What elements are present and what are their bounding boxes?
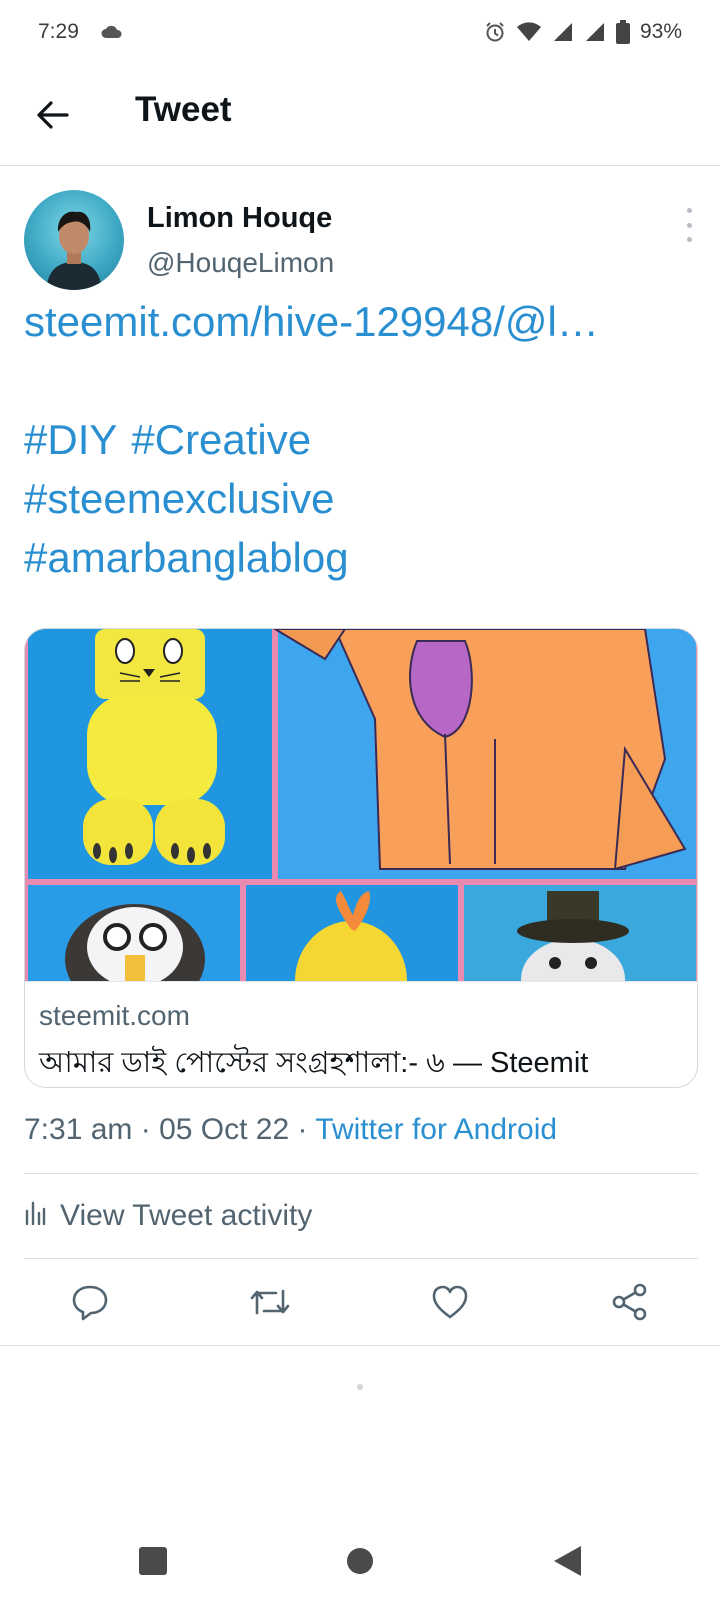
- status-left: 7:29: [38, 20, 123, 44]
- reply-icon[interactable]: [68, 1280, 112, 1324]
- tweet-source-link[interactable]: Twitter for Android: [315, 1113, 557, 1146]
- loading-indicator: [357, 1384, 363, 1390]
- signal-icon: [552, 21, 574, 43]
- system-nav-bar: [0, 1520, 720, 1600]
- tweet-link[interactable]: steemit.com/hive-129948/@l…: [24, 292, 704, 351]
- page-title: Tweet: [135, 90, 232, 129]
- more-options-icon[interactable]: [674, 208, 704, 242]
- author-name[interactable]: Limon Houqe: [147, 202, 332, 235]
- tweet-text: steemit.com/hive-129948/@l… #DIY #Creativ…: [24, 292, 704, 587]
- link-preview-card[interactable]: steemit.com আমার ডাই পোস্টের সংগ্রহশালা:…: [24, 628, 698, 1088]
- like-icon[interactable]: [428, 1280, 472, 1324]
- status-bar: 7:29 93%: [0, 0, 720, 64]
- battery-percent: 93%: [639, 20, 682, 43]
- tweet-action-bar: [0, 1258, 720, 1346]
- card-image: [25, 629, 697, 981]
- tweet-date: 05 Oct 22: [159, 1113, 290, 1146]
- meta-separator: ·: [297, 1113, 316, 1146]
- signal-icon: [584, 21, 606, 43]
- alarm-icon: [484, 21, 506, 43]
- cloud-icon: [101, 25, 123, 39]
- author-handle[interactable]: @HouqeLimon: [147, 247, 334, 279]
- meta-separator: ·: [140, 1113, 160, 1146]
- wifi-icon: [516, 21, 542, 43]
- analytics-icon: [24, 1199, 46, 1233]
- hashtag-steemexclusive[interactable]: #steemexclusive: [24, 469, 704, 528]
- status-time: 7:29: [38, 20, 79, 43]
- status-right: 93%: [484, 20, 682, 44]
- hashtag-amarbanglablog[interactable]: #amarbanglablog: [24, 528, 704, 587]
- hashtag-row: #DIY #Creative: [24, 410, 704, 469]
- hashtag-creative[interactable]: #Creative: [131, 416, 311, 463]
- battery-icon: [615, 20, 630, 44]
- tweet-time: 7:31 am: [24, 1113, 133, 1146]
- tweet-meta: 7:31 am · 05 Oct 22 · Twitter for Androi…: [24, 1113, 557, 1147]
- card-title: আমার ডাই পোস্টের সংগ্রহশালা:- ৬ — Steemi…: [39, 1047, 589, 1079]
- recents-icon[interactable]: [130, 1538, 176, 1584]
- share-icon[interactable]: [608, 1280, 652, 1324]
- view-tweet-activity[interactable]: View Tweet activity: [24, 1174, 698, 1258]
- retweet-icon[interactable]: [248, 1280, 292, 1324]
- arrow-left-icon[interactable]: [30, 92, 76, 138]
- home-icon[interactable]: [337, 1538, 383, 1584]
- app-header: Tweet: [0, 64, 720, 166]
- card-footer: steemit.com আমার ডাই পোস্টের সংগ্রহশালা:…: [25, 981, 697, 1087]
- back-icon[interactable]: [544, 1538, 590, 1584]
- card-domain: steemit.com: [39, 1000, 190, 1031]
- tweet-author-row: Limon Houqe @HouqeLimon: [24, 190, 704, 290]
- hashtag-diy[interactable]: #DIY: [24, 416, 117, 463]
- avatar[interactable]: [24, 190, 124, 290]
- activity-label: View Tweet activity: [60, 1199, 313, 1232]
